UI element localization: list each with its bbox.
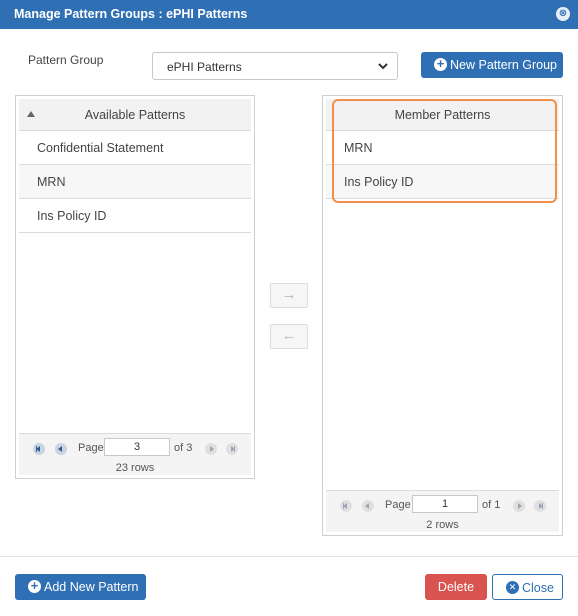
- prev-page-icon[interactable]: [362, 500, 374, 512]
- dialog-close-icon[interactable]: ⊗: [556, 7, 570, 21]
- available-patterns-header[interactable]: Available Patterns: [19, 99, 251, 131]
- last-page-icon[interactable]: [226, 443, 238, 455]
- list-item[interactable]: Ins Policy ID: [19, 199, 251, 233]
- close-circle-icon: ✕: [506, 581, 519, 594]
- delete-button[interactable]: Delete: [425, 574, 487, 600]
- member-patterns-list: MRN Ins Policy ID: [326, 131, 559, 199]
- dialog-titlebar: Manage Pattern Groups : ePHI Patterns ⊗: [0, 0, 578, 29]
- new-pattern-group-label: New Pattern Group: [450, 58, 557, 72]
- list-item[interactable]: MRN: [19, 165, 251, 199]
- list-item[interactable]: Ins Policy ID: [326, 165, 559, 199]
- last-page-icon[interactable]: [534, 500, 546, 512]
- move-left-button[interactable]: ←: [270, 324, 308, 349]
- available-patterns-panel: Available Patterns Confidential Statemen…: [15, 95, 255, 479]
- page-number-input[interactable]: 1: [412, 495, 478, 513]
- first-page-icon[interactable]: [33, 443, 45, 455]
- add-new-pattern-button[interactable]: + Add New Pattern: [15, 574, 146, 600]
- add-new-pattern-label: Add New Pattern: [44, 580, 139, 594]
- available-patterns-list: Confidential Statement MRN Ins Policy ID: [19, 131, 251, 233]
- pattern-group-select[interactable]: ePHI Patterns: [152, 52, 398, 80]
- prev-page-icon[interactable]: [55, 443, 67, 455]
- close-button[interactable]: ✕ Close: [492, 574, 563, 600]
- available-patterns-title: Available Patterns: [84, 108, 186, 122]
- pattern-group-label: Pattern Group: [28, 53, 104, 67]
- member-pager: Page 1 of 1 2 rows: [326, 490, 559, 532]
- dialog-title: Manage Pattern Groups : ePHI Patterns: [14, 7, 248, 21]
- available-pager: Page 3 of 3 23 rows: [19, 433, 251, 475]
- member-patterns-title: Member Patterns: [394, 108, 491, 122]
- page-label: Page: [78, 442, 104, 454]
- row-count: 23 rows: [115, 462, 155, 474]
- member-patterns-header[interactable]: Member Patterns: [326, 99, 559, 131]
- plus-circle-icon: +: [434, 57, 447, 71]
- move-right-button[interactable]: →: [270, 283, 308, 308]
- new-pattern-group-button[interactable]: + New Pattern Group: [421, 52, 563, 78]
- page-count: of 1: [482, 499, 501, 511]
- next-page-icon[interactable]: [205, 443, 217, 455]
- page-label: Page: [385, 499, 411, 511]
- next-page-icon[interactable]: [513, 500, 525, 512]
- member-patterns-panel: Member Patterns MRN Ins Policy ID Page 1…: [322, 95, 563, 536]
- close-button-label: Close: [522, 581, 554, 595]
- page-number-input[interactable]: 3: [104, 438, 170, 456]
- list-item[interactable]: Confidential Statement: [19, 131, 251, 165]
- row-count: 2 rows: [426, 519, 459, 531]
- footer-divider: [0, 556, 578, 557]
- page-count: of 3: [174, 442, 193, 454]
- pattern-group-selected-value: ePHI Patterns: [167, 60, 242, 74]
- plus-circle-icon: +: [28, 579, 41, 593]
- list-item[interactable]: MRN: [326, 131, 559, 165]
- chevron-down-icon: [378, 63, 388, 70]
- first-page-icon[interactable]: [340, 500, 352, 512]
